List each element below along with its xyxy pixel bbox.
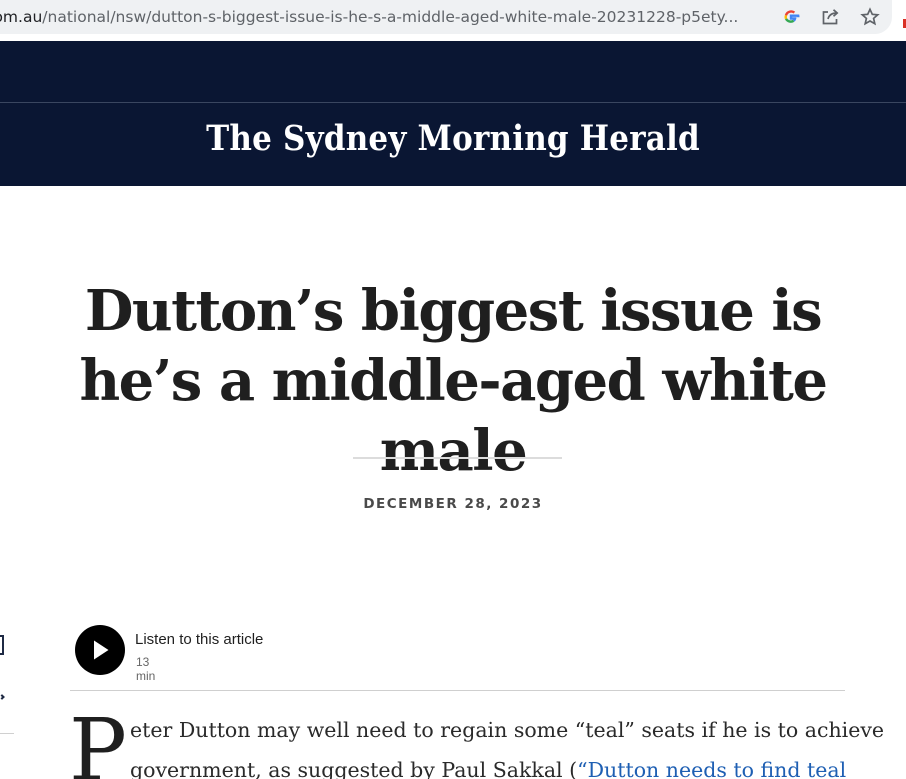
url-path: /national/nsw/dutton-s-biggest-issue-is-…: [42, 8, 739, 26]
bookmark-star-icon[interactable]: [858, 5, 882, 29]
audio-divider: [70, 690, 845, 691]
body-text: government, as suggested by Paul Sakkal …: [130, 758, 578, 779]
play-icon: [94, 640, 109, 660]
url-host: .com.au: [0, 8, 43, 26]
browser-toolbar: .com.au/national/nsw/dutton-s-biggest-is…: [0, 0, 906, 41]
header-divider: [0, 102, 906, 103]
headline-divider: [353, 457, 562, 459]
related-article-link[interactable]: “Dutton needs to find teal: [577, 758, 846, 779]
drop-cap: P: [69, 701, 127, 779]
audio-duration: 13 min: [136, 655, 156, 683]
share-rail-divider: [0, 733, 14, 734]
listen-label[interactable]: Listen to this article: [135, 631, 385, 648]
share-icon[interactable]: [818, 5, 842, 29]
url-text[interactable]: .com.au/national/nsw/dutton-s-biggest-is…: [0, 6, 750, 28]
site-logo[interactable]: The Sydney Morning Herald: [0, 119, 906, 159]
share-rail-icon[interactable]: [0, 635, 4, 655]
share-rail-chevron-icon[interactable]: [0, 694, 5, 700]
play-button[interactable]: [75, 625, 125, 675]
body-text-line: government, as suggested by Paul Sakkal …: [130, 758, 846, 779]
google-icon[interactable]: [779, 5, 803, 29]
body-text-line: eter Dutton may well need to regain some…: [130, 718, 885, 742]
address-bar[interactable]: .com.au/national/nsw/dutton-s-biggest-is…: [0, 0, 892, 34]
site-header: The Sydney Morning Herald: [0, 41, 906, 186]
article-headline: Dutton’s biggest issue is he’s a middle-…: [79, 278, 828, 484]
article-date: DECEMBER 28, 2023: [363, 496, 543, 512]
